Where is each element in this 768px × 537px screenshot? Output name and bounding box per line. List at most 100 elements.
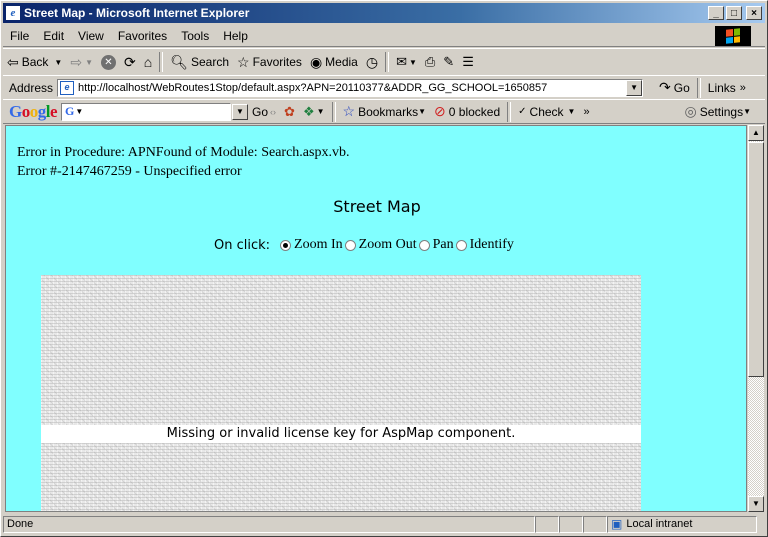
status-pane xyxy=(583,515,607,533)
menu-file[interactable]: File xyxy=(3,29,36,43)
zoom-out-radio[interactable] xyxy=(344,239,356,251)
toolbar-separator xyxy=(696,77,701,98)
print-icon: ⎙ xyxy=(424,54,436,69)
title-bar[interactable]: e Street Map - Microsoft Internet Explor… xyxy=(3,3,765,23)
news-dropdown-icon: ▼ xyxy=(316,107,325,116)
history-button[interactable]: ◷ xyxy=(362,51,382,73)
favorites-label: Favorites xyxy=(252,55,302,69)
discuss-button[interactable]: ☰ xyxy=(458,51,478,73)
click-mode-group: On click: Zoom In Zoom Out Pan Identify xyxy=(214,237,514,253)
print-button[interactable]: ⎙ xyxy=(421,51,439,73)
search-icon: 🔍︎ xyxy=(170,53,188,70)
more-chevron-icon[interactable]: » xyxy=(583,106,589,118)
pagerank-icon: ✿ xyxy=(284,103,295,119)
google-toolbar: Google G ▼ ▼ Go ‹› ✿ ❖ ▼ ☆ Bookmarks ▼ ⊘ 0… xyxy=(3,99,765,124)
address-label: Address xyxy=(9,80,54,95)
settings-label: Settings xyxy=(699,104,744,119)
menu-edit[interactable]: Edit xyxy=(36,29,71,43)
menu-favorites[interactable]: Favorites xyxy=(111,29,174,43)
forward-button[interactable]: ⇨ ▼ xyxy=(66,51,97,73)
scroll-thumb[interactable] xyxy=(748,142,764,377)
go-button[interactable]: ↷ Go xyxy=(655,77,694,99)
address-bar: Address e http://localhost/WebRoutes1Sto… xyxy=(3,75,765,100)
address-dropdown-icon[interactable]: ▼ xyxy=(626,79,643,96)
google-search-dropdown-icon[interactable]: ▼ xyxy=(232,103,249,120)
home-button[interactable]: ⌂ xyxy=(140,51,156,73)
menu-view[interactable]: View xyxy=(71,29,111,43)
toolbar-separator xyxy=(331,101,336,122)
mail-button[interactable]: ✉ ▼ xyxy=(392,51,421,73)
security-zone: ▣ Local intranet xyxy=(607,515,757,533)
back-label: Back xyxy=(21,55,49,69)
zoom-in-label[interactable]: Zoom In xyxy=(294,237,343,253)
bookmarks-button[interactable]: ☆ Bookmarks ▼ xyxy=(339,101,431,123)
spell-check-button[interactable]: ✓ Check ▼ xyxy=(514,101,579,123)
page-icon: e xyxy=(60,80,75,95)
zoom-out-label[interactable]: Zoom Out xyxy=(359,237,417,253)
status-pane xyxy=(535,515,559,533)
error-line-2: Error #-2147467259 - Unspecified error xyxy=(17,164,242,179)
minimize-button[interactable]: _ xyxy=(708,6,724,20)
menu-tools[interactable]: Tools xyxy=(174,29,216,43)
toolbar-separator xyxy=(385,52,390,72)
settings-button[interactable]: ◎ Settings ▼ xyxy=(681,101,756,123)
spellcheck-icon: ✓ xyxy=(518,106,527,117)
maximize-button[interactable]: □ xyxy=(726,6,742,20)
pan-radio[interactable] xyxy=(418,239,430,251)
pan-label[interactable]: Pan xyxy=(433,237,454,253)
back-dropdown-icon[interactable]: ▼ xyxy=(54,58,62,67)
browser-window: e Street Map - Microsoft Internet Explor… xyxy=(0,0,768,537)
refresh-icon: ⟳ xyxy=(124,53,136,70)
go-label: Go xyxy=(673,80,690,95)
pagerank-button[interactable]: ✿ xyxy=(280,101,299,123)
media-button[interactable]: ◉ Media xyxy=(306,51,362,73)
identify-radio[interactable] xyxy=(455,239,467,251)
mail-icon: ✉ xyxy=(396,54,407,69)
scroll-up-icon[interactable]: ▲ xyxy=(748,125,764,141)
media-label: Media xyxy=(325,55,358,69)
history-icon: ◷ xyxy=(365,53,379,70)
error-line-1: Error in Procedure: APNFound of Module: … xyxy=(17,145,350,160)
error-message: Error in Procedure: APNFound of Module: … xyxy=(17,143,349,181)
google-g-icon[interactable]: G xyxy=(65,104,74,119)
google-go-label: Go xyxy=(252,104,269,119)
close-button[interactable]: × xyxy=(746,6,762,20)
forward-arrow-icon: ⇨ xyxy=(70,53,83,70)
search-button[interactable]: 🔍︎ Search xyxy=(166,51,233,73)
news-button[interactable]: ❖ ▼ xyxy=(299,101,329,123)
google-menu-dropdown-icon[interactable]: ▼ xyxy=(75,107,83,116)
vertical-scrollbar[interactable]: ▲ ▼ xyxy=(747,125,764,512)
scroll-down-icon[interactable]: ▼ xyxy=(748,496,764,512)
menu-bar: File Edit View Favorites Tools Help xyxy=(3,25,765,47)
favorites-icon: ☆ xyxy=(237,53,250,70)
favorites-button[interactable]: ☆ Favorites xyxy=(233,51,306,73)
stop-button[interactable]: ✕ xyxy=(97,51,120,73)
page-content: Error in Procedure: APNFound of Module: … xyxy=(5,125,747,512)
stop-icon: ✕ xyxy=(101,54,116,70)
edit-button[interactable]: ✎ xyxy=(439,51,458,73)
settings-dropdown-icon: ▼ xyxy=(743,107,751,116)
blocked-label: 0 blocked xyxy=(448,104,501,119)
edit-icon: ✎ xyxy=(443,54,455,69)
star-icon: ☆ xyxy=(342,103,356,119)
map-image[interactable]: Missing or invalid license key for AspMa… xyxy=(41,275,641,511)
popup-blocker-button[interactable]: ⊘ 0 blocked xyxy=(430,101,504,123)
menu-help[interactable]: Help xyxy=(216,29,255,43)
google-go-button[interactable]: Go ‹› xyxy=(248,101,280,123)
links-button[interactable]: Links xyxy=(704,77,740,99)
toolbar-separator xyxy=(507,101,512,122)
forward-dropdown-icon[interactable]: ▼ xyxy=(85,58,93,67)
google-search-input[interactable]: G ▼ xyxy=(61,102,232,121)
google-logo[interactable]: Google xyxy=(9,102,58,122)
go-arrow-icon: ↷ xyxy=(659,79,671,95)
refresh-button[interactable]: ⟳ xyxy=(120,51,140,73)
links-chevron-icon[interactable]: » xyxy=(740,82,746,94)
back-button[interactable]: ⇦ Back ▼ xyxy=(3,51,66,73)
identify-label[interactable]: Identify xyxy=(470,237,514,253)
status-text: Done xyxy=(3,515,535,533)
discuss-icon: ☰ xyxy=(462,54,474,69)
address-input[interactable]: e http://localhost/WebRoutes1Stop/defaul… xyxy=(57,78,644,97)
zone-label: Local intranet xyxy=(626,517,693,530)
status-pane xyxy=(559,515,583,533)
zoom-in-radio[interactable] xyxy=(280,239,292,251)
